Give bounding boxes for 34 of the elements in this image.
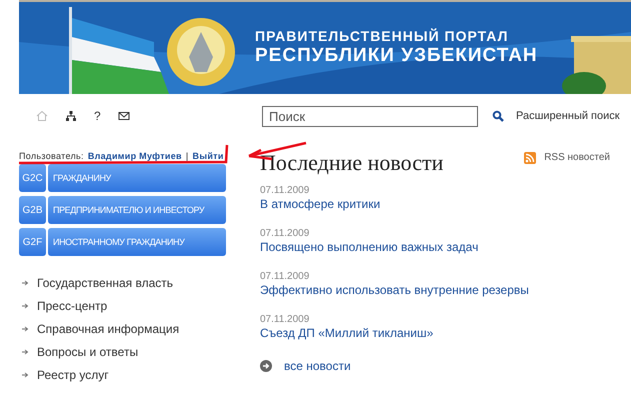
help-link[interactable]: ? bbox=[94, 109, 101, 123]
arrow-icon bbox=[21, 371, 29, 379]
news-link[interactable]: Посвящено выполнению важных задач bbox=[260, 240, 610, 255]
menu-link[interactable]: Реестр услуг bbox=[37, 368, 109, 382]
advanced-search-link[interactable]: Расширенный поиск bbox=[516, 110, 620, 122]
logout-link[interactable]: Выйти bbox=[192, 151, 224, 161]
menu-link[interactable]: Пресс-центр bbox=[37, 299, 108, 313]
arrow-icon bbox=[21, 302, 29, 310]
news-link[interactable]: В атмосфере критики bbox=[260, 197, 610, 212]
news-date: 07.11.2009 bbox=[260, 184, 310, 197]
sitemap-icon[interactable] bbox=[65, 110, 77, 122]
arrow-circle-icon[interactable] bbox=[260, 360, 272, 372]
rss-link[interactable]: RSS новостей bbox=[544, 152, 610, 163]
separator: | bbox=[186, 151, 189, 161]
menu-link[interactable]: Государственная власть bbox=[37, 276, 174, 290]
news-date: 07.11.2009 bbox=[260, 270, 310, 283]
portal-subtitle: РЕСПУБЛИКИ УЗБЕКИСТАН bbox=[255, 45, 538, 67]
mail-icon[interactable] bbox=[118, 110, 130, 122]
arrow-icon bbox=[21, 279, 29, 287]
arrow-icon bbox=[21, 325, 29, 333]
news-heading: Последние новости bbox=[260, 150, 444, 177]
portal-title: ПРАВИТЕЛЬСТВЕННЫЙ ПОРТАЛ bbox=[255, 28, 510, 45]
news-date: 07.11.2009 bbox=[260, 313, 310, 326]
menu-link[interactable]: Вопросы и ответы bbox=[37, 345, 138, 359]
search-icon[interactable] bbox=[492, 110, 504, 122]
menu-link[interactable]: Справочная информация bbox=[37, 322, 180, 336]
user-label: Пользователь: bbox=[19, 151, 84, 161]
news-link[interactable]: Съезд ДП «Миллий тикланиш» bbox=[260, 326, 610, 341]
news-link[interactable]: Эффективно использовать внутренние резервы bbox=[260, 283, 610, 298]
user-name-link[interactable]: Владимир Муфтиев bbox=[88, 151, 182, 161]
news-date: 07.11.2009 bbox=[260, 227, 310, 240]
arrow-icon bbox=[21, 348, 29, 356]
all-news-link[interactable]: все новости bbox=[284, 359, 351, 373]
search-field[interactable]: Поиск bbox=[262, 106, 478, 126]
